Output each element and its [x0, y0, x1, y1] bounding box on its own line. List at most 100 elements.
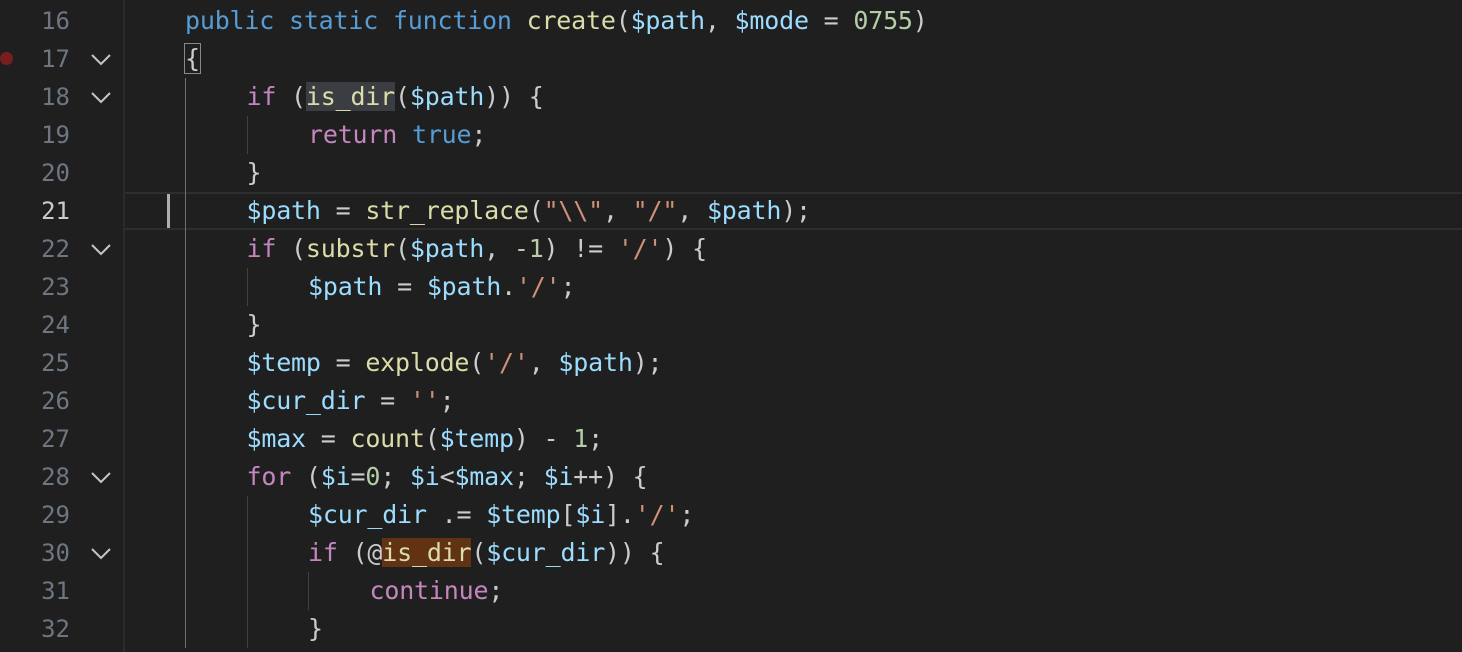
code-token: "/" — [632, 196, 678, 225]
code-line-17[interactable]: 17 { — [0, 40, 1462, 78]
code-text[interactable]: $cur_dir .= $temp[$i].'/'; — [308, 500, 694, 530]
code-token: $i — [575, 500, 606, 529]
code-text[interactable]: if (@is_dir($cur_dir)) { — [308, 538, 665, 568]
code-token: "\\" — [543, 196, 604, 225]
code-token: ) — [912, 6, 928, 35]
code-line-30[interactable]: 30 if (@is_dir($cur_dir)) { — [0, 534, 1462, 572]
code-line-23[interactable]: 23 $path = $path.'/'; — [0, 268, 1462, 306]
code-token: true — [411, 120, 472, 149]
code-token: ) - — [513, 424, 574, 453]
line-number: 28 — [41, 463, 70, 491]
code-token: = — [350, 462, 366, 491]
code-text[interactable]: { — [184, 43, 201, 74]
code-token: . — [501, 272, 516, 301]
code-text[interactable]: } — [247, 310, 262, 340]
code-line-24[interactable]: 24} — [0, 306, 1462, 344]
code-line-20[interactable]: 20} — [0, 154, 1462, 192]
code-token: )) { — [484, 82, 544, 111]
code-line-26[interactable]: 26 $cur_dir = ''; — [0, 382, 1462, 420]
line-number: 26 — [41, 387, 70, 415]
code-token: if — [308, 538, 338, 567]
code-line-25[interactable]: 25 $temp = explode('/', $path); — [0, 344, 1462, 382]
code-text[interactable]: public static function create($path, $mo… — [185, 6, 928, 36]
code-text[interactable]: } — [308, 614, 323, 644]
code-editor[interactable]: 16 public static function create($path, $… — [0, 0, 1462, 652]
code-text[interactable]: continue; — [370, 576, 504, 606]
chevron-down-icon[interactable] — [89, 44, 113, 74]
code-token: $i — [543, 462, 574, 491]
chevron-down-icon[interactable] — [89, 462, 113, 492]
code-token: = — [382, 272, 427, 301]
code-token: '/' — [634, 500, 680, 529]
code-token: substr — [305, 234, 396, 263]
code-line-28[interactable]: 28 for ($i=0; $i<$max; $i++) { — [0, 458, 1462, 496]
code-line-18[interactable]: 18 if (is_dir($path)) { — [0, 78, 1462, 116]
line-number: 17 — [41, 45, 70, 73]
code-token: create — [526, 6, 616, 35]
line-number: 24 — [41, 311, 70, 339]
code-token: function — [392, 6, 512, 35]
text-cursor — [167, 194, 170, 228]
code-text[interactable]: $temp = explode('/', $path); — [247, 348, 663, 378]
code-text[interactable]: return true; — [308, 120, 486, 150]
line-number: 22 — [41, 235, 70, 263]
code-text[interactable]: $max = count($temp) - 1; — [246, 424, 604, 454]
code-text[interactable]: if (substr($path, -1) != '/') { — [247, 234, 708, 264]
code-token: = — [305, 424, 351, 453]
code-token: (@ — [337, 538, 383, 567]
code-token: ); — [632, 348, 663, 377]
code-token: } — [246, 158, 262, 187]
code-token: '/' — [515, 272, 561, 301]
code-line-27[interactable]: 27 $max = count($temp) - 1; — [0, 420, 1462, 458]
code-token: '/' — [484, 348, 529, 377]
code-text[interactable]: $path = str_replace("\\", "/", $path); — [247, 196, 812, 226]
code-token: public — [185, 6, 275, 35]
code-line-21[interactable]: 21 $path = str_replace("\\", "/", $path); — [0, 192, 1462, 230]
code-token: for — [246, 462, 292, 491]
code-line-22[interactable]: 22 if (substr($path, -1) != '/') { — [0, 230, 1462, 268]
code-token: ; — [588, 424, 603, 453]
code-token: ++) { — [573, 462, 648, 491]
indent-guide — [308, 572, 309, 610]
line-number: 32 — [41, 615, 70, 643]
code-token: ; — [679, 500, 695, 529]
code-line-19[interactable]: 19 return true; — [0, 116, 1462, 154]
code-token: , — [704, 6, 735, 35]
code-token: ; — [513, 462, 544, 491]
code-token: .= — [426, 500, 487, 529]
code-token: count — [350, 424, 425, 453]
line-number: 16 — [41, 7, 70, 35]
code-token: $path — [426, 272, 502, 301]
code-token: $path — [409, 234, 485, 263]
code-line-16[interactable]: 16 public static function create($path, $… — [0, 2, 1462, 40]
code-line-31[interactable]: 31 continue; — [0, 572, 1462, 610]
code-token: = — [320, 196, 366, 225]
code-token: $temp — [486, 500, 561, 529]
code-token: , — [484, 234, 514, 263]
code-line-32[interactable]: 32} — [0, 610, 1462, 648]
code-token: $path — [409, 82, 485, 111]
code-text[interactable]: if (is_dir($path)) { — [247, 82, 544, 112]
chevron-down-icon[interactable] — [89, 234, 113, 264]
code-token: is_dir — [305, 82, 396, 111]
code-token: , — [528, 348, 559, 377]
indent-guide — [246, 268, 248, 306]
code-token: ( — [469, 348, 485, 377]
chevron-down-icon[interactable] — [89, 82, 113, 112]
code-token: $max — [246, 424, 307, 453]
code-token: } — [308, 614, 323, 643]
chevron-down-icon[interactable] — [89, 538, 113, 568]
line-number: 30 — [41, 539, 70, 567]
code-token: $path — [558, 348, 633, 377]
code-token: < — [439, 462, 455, 491]
code-text[interactable]: $path = $path.'/'; — [308, 272, 576, 302]
code-text[interactable]: $cur_dir = ''; — [247, 386, 455, 416]
code-token: = — [808, 6, 854, 35]
line-number: 21 — [41, 197, 70, 225]
code-text[interactable]: } — [247, 158, 262, 188]
code-line-29[interactable]: 29 $cur_dir .= $temp[$i].'/'; — [0, 496, 1462, 534]
code-token: , — [677, 196, 707, 225]
code-token: = — [320, 348, 366, 377]
code-text[interactable]: for ($i=0; $i<$max; $i++) { — [247, 462, 648, 492]
